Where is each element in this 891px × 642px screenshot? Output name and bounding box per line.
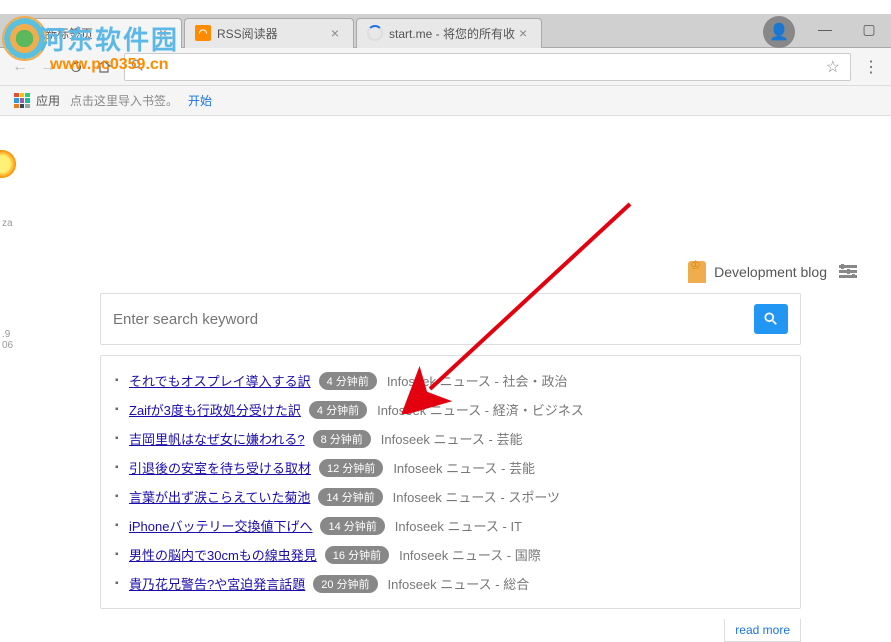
- feed-item: 吉岡里帆はなぜ女に嫌われる? 8 分钟前 Infoseek ニュース - 芸能: [113, 424, 788, 453]
- search-icon: [764, 312, 778, 326]
- bookmark-star-icon[interactable]: ☆: [822, 57, 844, 77]
- time-badge: 12 分钟前: [319, 459, 383, 477]
- feed-source: Infoseek ニュース - スポーツ: [393, 487, 560, 506]
- feed-link[interactable]: 吉岡里帆はなぜ女に嫌われる?: [129, 429, 305, 448]
- feed-item: 言葉が出ず涙こらえていた菊池 14 分钟前 Infoseek ニュース - スポ…: [113, 482, 788, 511]
- feed-list: それでもオスプレイ導入する訳 4 分钟前 Infoseek ニュース - 社会・…: [113, 366, 788, 598]
- feed-source: Infoseek ニュース - 社会・政治: [387, 371, 568, 390]
- feed-source: Infoseek ニュース - 芸能: [393, 458, 535, 477]
- apps-label[interactable]: 应用: [36, 92, 60, 109]
- close-icon[interactable]: ×: [155, 25, 171, 41]
- maximize-button[interactable]: ▢: [847, 14, 891, 44]
- home-icon: [96, 59, 112, 75]
- profile-avatar-icon[interactable]: 👤: [763, 16, 795, 48]
- forward-button[interactable]: →: [34, 53, 62, 81]
- search-icon: [131, 59, 144, 75]
- apps-grid-icon[interactable]: [14, 93, 30, 109]
- page-content: Development blog それでもオスプレイ導入する訳 4 分钟前 In…: [0, 261, 891, 642]
- back-button[interactable]: ←: [6, 53, 34, 81]
- time-badge: 8 分钟前: [313, 430, 371, 448]
- window-controls: 👤 — ▢: [755, 14, 891, 50]
- tab-startme[interactable]: start.me - 将您的所有收 ×: [356, 18, 542, 48]
- feed-link[interactable]: 貴乃花兄警告?や宮迫発言話題: [129, 574, 305, 593]
- time-badge: 20 分钟前: [313, 575, 377, 593]
- loading-spinner-icon: [367, 25, 383, 41]
- tab-strip: 新标签页 × ◠ RSS阅读器 × start.me - 将您的所有收 × 👤 …: [0, 14, 891, 48]
- feed-link[interactable]: iPhoneバッテリー交換値下げへ: [129, 516, 312, 535]
- read-more-link[interactable]: read more: [724, 619, 801, 642]
- bookmark-bar: 应用 点击这里导入书签。 开始: [0, 86, 891, 116]
- browser-menu-button[interactable]: ⋮: [857, 53, 885, 81]
- blog-title: Development blog: [714, 264, 827, 280]
- feed-item: 引退後の安室を待ち受ける取材 12 分钟前 Infoseek ニュース - 芸能: [113, 453, 788, 482]
- feed-link[interactable]: 引退後の安室を待ち受ける取材: [129, 458, 311, 477]
- feed-source: Infoseek ニュース - 総合: [388, 574, 530, 593]
- feed-panel: それでもオスプレイ導入する訳 4 分钟前 Infoseek ニュース - 社会・…: [100, 355, 801, 609]
- time-badge: 4 分钟前: [319, 372, 377, 390]
- feed-source: Infoseek ニュース - IT: [395, 516, 522, 535]
- feed-link[interactable]: 言葉が出ず涙こらえていた菊池: [129, 487, 310, 506]
- blog-header: Development blog: [10, 261, 857, 283]
- tab-title: RSS阅读器: [217, 25, 327, 42]
- tab-new-page[interactable]: 新标签页 ×: [12, 18, 182, 48]
- feed-link[interactable]: それでもオスプレイ導入する訳: [129, 371, 311, 390]
- close-icon[interactable]: ×: [327, 25, 343, 41]
- feed-link[interactable]: 男性の脳内で30cmもの線虫発見: [129, 545, 317, 564]
- search-button[interactable]: [754, 304, 788, 334]
- feed-item: 貴乃花兄警告?や宮迫発言話題 20 分钟前 Infoseek ニュース - 総合: [113, 569, 788, 598]
- time-badge: 4 分钟前: [309, 401, 367, 419]
- feed-item: Zaifが3度も行政処分受けた訳 4 分钟前 Infoseek ニュース - 経…: [113, 395, 788, 424]
- tab-rss-reader[interactable]: ◠ RSS阅读器 ×: [184, 18, 354, 48]
- feed-link[interactable]: Zaifが3度も行政処分受けた訳: [129, 400, 301, 419]
- search-panel: [100, 293, 801, 345]
- home-button[interactable]: [90, 53, 118, 81]
- start-link[interactable]: 开始: [188, 92, 212, 109]
- close-icon[interactable]: ×: [515, 25, 531, 41]
- edge-numbers: .9 06: [2, 329, 12, 351]
- reload-button[interactable]: [62, 53, 90, 81]
- time-badge: 16 分钟前: [325, 546, 389, 564]
- feed-source: Infoseek ニュース - 経済・ビジネス: [377, 400, 584, 419]
- left-edge-strip: za .9 06: [0, 130, 12, 510]
- address-bar[interactable]: ☆: [124, 53, 851, 81]
- search-input[interactable]: [113, 307, 744, 332]
- time-badge: 14 分钟前: [320, 517, 384, 535]
- settings-icon[interactable]: [839, 262, 857, 283]
- feed-item: 男性の脳内で30cmもの線虫発見 16 分钟前 Infoseek ニュース - …: [113, 540, 788, 569]
- tab-title: start.me - 将您的所有收: [389, 25, 515, 42]
- edge-circle-icon: [0, 150, 16, 178]
- edge-text: za: [2, 218, 12, 229]
- import-hint: 点击这里导入书签。: [70, 92, 178, 109]
- feed-item: iPhoneバッテリー交換値下げへ 14 分钟前 Infoseek ニュース -…: [113, 511, 788, 540]
- url-input[interactable]: [150, 59, 822, 74]
- browser-toolbar: ← → ☆ ⋮: [0, 48, 891, 86]
- minimize-button[interactable]: —: [803, 14, 847, 44]
- castle-icon: [688, 261, 706, 283]
- feed-source: Infoseek ニュース - 芸能: [381, 429, 523, 448]
- time-badge: 14 分钟前: [318, 488, 382, 506]
- reload-icon: [68, 59, 84, 75]
- rss-icon: ◠: [195, 25, 211, 41]
- feed-item: それでもオスプレイ導入する訳 4 分钟前 Infoseek ニュース - 社会・…: [113, 366, 788, 395]
- blank-tab-icon: [23, 25, 39, 41]
- tab-title: 新标签页: [45, 25, 155, 42]
- feed-source: Infoseek ニュース - 国際: [399, 545, 541, 564]
